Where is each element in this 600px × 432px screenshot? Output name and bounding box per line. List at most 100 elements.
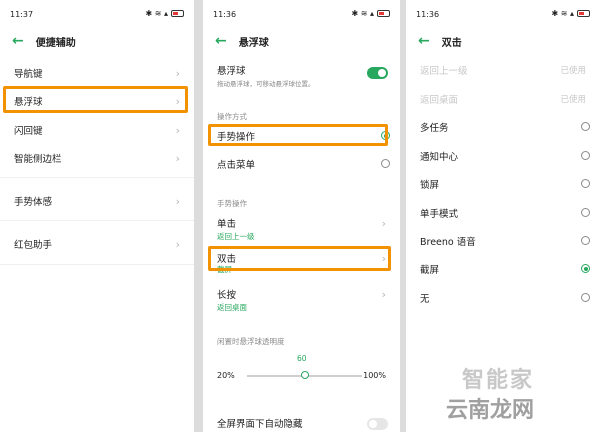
back-arrow-icon[interactable]: ← bbox=[215, 34, 227, 48]
option-label: 锁屏 bbox=[420, 180, 440, 191]
option-radio[interactable] bbox=[581, 179, 590, 188]
back-arrow-icon[interactable]: ← bbox=[12, 34, 24, 48]
chevron-right-icon: › bbox=[175, 151, 180, 165]
used-label: 已使用 bbox=[560, 66, 586, 76]
highlight-box bbox=[3, 86, 188, 113]
divider bbox=[0, 264, 194, 265]
status-icons: ✱ ≋ ▴ bbox=[145, 9, 184, 18]
watermark-text: 智能家 bbox=[462, 368, 535, 393]
status-icons: ✱ ≋ ▴ bbox=[351, 9, 390, 18]
battery-icon bbox=[171, 10, 184, 17]
fullscreen-hide-toggle[interactable] bbox=[367, 418, 388, 430]
option-label: 返回桌面 bbox=[420, 95, 459, 106]
toggle-description: 拖动悬浮球，可移动悬浮球位置。 bbox=[217, 80, 315, 88]
option-radio[interactable] bbox=[581, 151, 590, 160]
menu-item-label: 智能侧边栏 bbox=[14, 154, 62, 165]
fullscreen-hide-row[interactable]: 全屏界面下自动隐藏 bbox=[217, 416, 390, 430]
option-back-used: 返回上一级 已使用 bbox=[420, 63, 590, 77]
option-label: 截屏 bbox=[420, 265, 440, 276]
option-notification-center[interactable]: 通知中心 bbox=[420, 149, 590, 163]
option-lock-screen[interactable]: 锁屏 bbox=[420, 177, 590, 191]
option-one-hand[interactable]: 单手模式 bbox=[420, 206, 590, 220]
single-tap-value: 返回上一级 bbox=[217, 232, 255, 241]
status-bar: 11:37 ✱ ≋ ▴ bbox=[10, 8, 184, 22]
opacity-max: 100% bbox=[363, 371, 386, 380]
option-radio[interactable] bbox=[581, 236, 590, 245]
back-arrow-icon[interactable]: ← bbox=[418, 34, 430, 48]
watermark-text: 云南龙网 bbox=[446, 398, 535, 423]
mode-menu-radio[interactable] bbox=[381, 159, 390, 168]
page-title: 便捷辅助 bbox=[35, 37, 76, 49]
menu-item-red-packet[interactable]: 红包助手 › bbox=[14, 237, 184, 252]
floating-ball-toggle[interactable] bbox=[367, 67, 388, 79]
status-time: 11:36 bbox=[416, 10, 440, 19]
long-press-label: 长按 bbox=[217, 290, 237, 301]
battery-icon bbox=[377, 10, 390, 17]
option-none[interactable]: 无 bbox=[420, 291, 590, 305]
status-bar: 11:36 ✱ ≋ ▴ bbox=[213, 8, 390, 22]
menu-item-flashback-key[interactable]: 闪回键 › bbox=[14, 123, 184, 138]
section-gesture: 手势操作 bbox=[217, 199, 247, 208]
used-label: 已使用 bbox=[560, 95, 586, 105]
option-label: 单手模式 bbox=[420, 209, 459, 220]
single-tap-row[interactable]: 单击 › bbox=[217, 216, 390, 231]
fullscreen-hide-label: 全屏界面下自动隐藏 bbox=[217, 419, 303, 430]
page-header: ← 双击 bbox=[418, 33, 590, 49]
mode-menu-label: 点击菜单 bbox=[217, 160, 256, 171]
signal-icon: ✱ ≋ ▴ bbox=[145, 9, 168, 18]
status-icons: ✱ ≋ ▴ bbox=[551, 9, 590, 18]
page-title: 双击 bbox=[441, 37, 462, 49]
option-radio[interactable] bbox=[581, 208, 590, 217]
status-time: 11:37 bbox=[10, 10, 34, 19]
mode-menu-row[interactable]: 点击菜单 bbox=[217, 157, 390, 171]
single-tap-label: 单击 bbox=[217, 219, 237, 230]
divider bbox=[0, 220, 194, 221]
chevron-right-icon: › bbox=[175, 237, 180, 251]
menu-item-label: 红包助手 bbox=[14, 240, 53, 251]
option-label: 多任务 bbox=[420, 123, 449, 134]
option-label: 无 bbox=[420, 294, 430, 305]
menu-item-gesture-motion[interactable]: 手势体感 › bbox=[14, 194, 184, 209]
long-press-value: 返回桌面 bbox=[217, 303, 247, 312]
menu-item-smart-sidebar[interactable]: 智能侧边栏 › bbox=[14, 151, 184, 166]
chevron-right-icon: › bbox=[381, 287, 386, 301]
section-mode: 操作方式 bbox=[217, 112, 247, 121]
page-title: 悬浮球 bbox=[238, 37, 269, 49]
opacity-value: 60 bbox=[297, 354, 307, 363]
toggle-label: 悬浮球 bbox=[217, 66, 246, 77]
chevron-right-icon: › bbox=[175, 123, 180, 137]
option-radio[interactable] bbox=[581, 293, 590, 302]
highlight-box bbox=[208, 124, 388, 146]
option-label: Breeno 语音 bbox=[420, 237, 476, 248]
signal-icon: ✱ ≋ ▴ bbox=[551, 9, 574, 18]
long-press-row[interactable]: 长按 › bbox=[217, 287, 390, 302]
status-bar: 11:36 ✱ ≋ ▴ bbox=[416, 8, 590, 22]
option-radio-selected[interactable] bbox=[581, 264, 590, 273]
divider bbox=[0, 177, 194, 178]
option-screenshot[interactable]: 截屏 bbox=[420, 262, 590, 276]
menu-item-label: 闪回键 bbox=[14, 126, 43, 137]
panel-convenience-assist: 11:37 ✱ ≋ ▴ ← 便捷辅助 导航键 › 悬浮球 › 闪回键 › 智能侧… bbox=[0, 0, 194, 432]
menu-item-label: 手势体感 bbox=[14, 197, 53, 208]
option-radio[interactable] bbox=[581, 122, 590, 131]
option-home-used: 返回桌面 已使用 bbox=[420, 92, 590, 106]
opacity-slider-thumb[interactable] bbox=[300, 371, 309, 379]
panel-floating-ball: 11:36 ✱ ≋ ▴ ← 悬浮球 悬浮球 拖动悬浮球，可移动悬浮球位置。 操作… bbox=[203, 0, 400, 432]
opacity-min: 20% bbox=[217, 371, 235, 380]
floating-ball-toggle-row[interactable]: 悬浮球 bbox=[217, 63, 390, 77]
option-multitask[interactable]: 多任务 bbox=[420, 120, 590, 134]
option-label: 返回上一级 bbox=[420, 66, 468, 77]
battery-icon bbox=[577, 10, 590, 17]
status-time: 11:36 bbox=[213, 10, 237, 19]
chevron-right-icon: › bbox=[175, 194, 180, 208]
chevron-right-icon: › bbox=[175, 66, 180, 80]
menu-item-nav-keys[interactable]: 导航键 › bbox=[14, 66, 184, 81]
signal-icon: ✱ ≋ ▴ bbox=[351, 9, 374, 18]
menu-item-label: 导航键 bbox=[14, 69, 43, 80]
chevron-right-icon: › bbox=[381, 216, 386, 230]
option-breeno-voice[interactable]: Breeno 语音 bbox=[420, 234, 590, 248]
panel-double-tap: 11:36 ✱ ≋ ▴ ← 双击 返回上一级 已使用 返回桌面 已使用 多任务 … bbox=[406, 0, 600, 432]
highlight-box bbox=[208, 246, 391, 271]
page-header: ← 便捷辅助 bbox=[12, 33, 184, 49]
page-header: ← 悬浮球 bbox=[215, 33, 390, 49]
